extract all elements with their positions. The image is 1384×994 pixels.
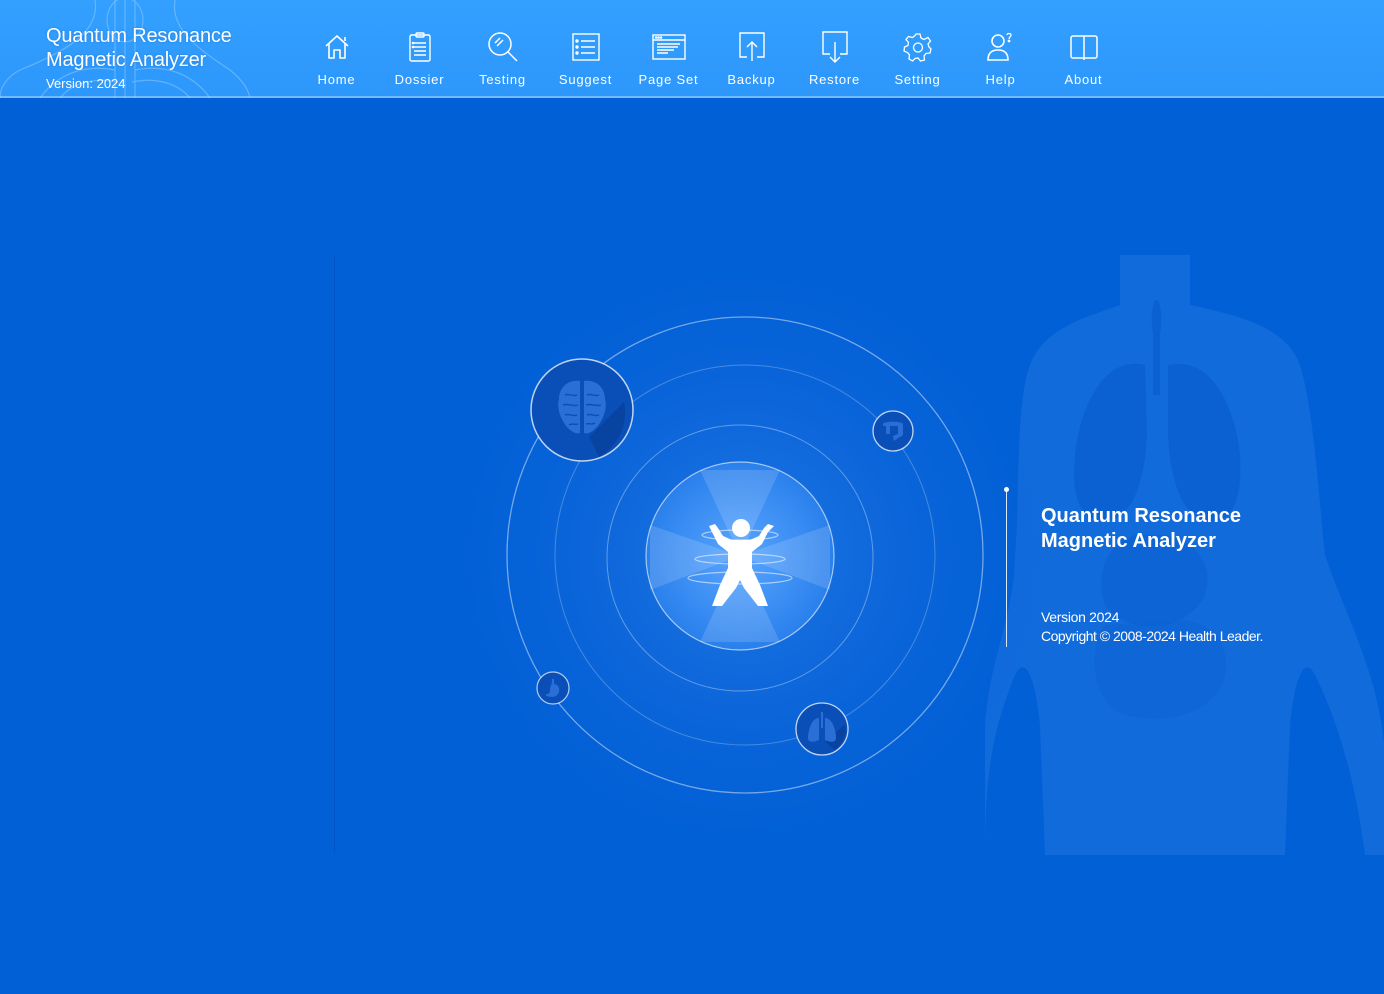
nav-backup-label: Backup — [727, 72, 776, 87]
info-title: Quantum Resonance Magnetic Analyzer — [1041, 504, 1241, 554]
list-icon — [569, 30, 603, 64]
nav-page-set[interactable]: Page Set — [627, 0, 710, 98]
intestine-node[interactable] — [872, 410, 914, 457]
nav-help[interactable]: Help — [959, 0, 1042, 98]
clipboard-icon — [403, 30, 437, 64]
download-icon — [818, 30, 852, 64]
lungs-node[interactable] — [795, 702, 849, 761]
info-copyright: Copyright © 2008-2024 Health Leader. — [1041, 628, 1263, 644]
top-header: Quantum Resonance Magnetic Analyzer Vers… — [0, 0, 1384, 98]
magnifier-icon — [486, 30, 520, 64]
nav-help-label: Help — [985, 72, 1016, 87]
book-icon — [1067, 30, 1101, 64]
info-divider-line — [1006, 489, 1007, 647]
nav-dossier-label: Dossier — [394, 72, 445, 87]
nav-restore[interactable]: Restore — [793, 0, 876, 98]
info-title-line1: Quantum Resonance — [1041, 505, 1242, 527]
nav-home[interactable]: Home — [295, 0, 378, 98]
nav-suggest[interactable]: Suggest — [544, 0, 627, 98]
nav-home-label: Home — [317, 72, 356, 87]
app-version: Version: 2024 — [46, 76, 126, 91]
body-scan-icon[interactable] — [680, 510, 800, 610]
nav-suggest-label: Suggest — [558, 72, 613, 87]
nav-restore-label: Restore — [808, 72, 861, 87]
gear-icon — [901, 30, 935, 64]
brain-node[interactable] — [529, 357, 635, 468]
upload-icon — [735, 30, 769, 64]
app-title-line1: Quantum Resonance — [46, 25, 232, 47]
brand: Quantum Resonance Magnetic Analyzer Vers… — [46, 24, 232, 91]
nav-testing[interactable]: Testing — [461, 0, 544, 98]
nav-dossier[interactable]: Dossier — [378, 0, 461, 98]
nav-backup[interactable]: Backup — [710, 0, 793, 98]
window-icon — [651, 30, 686, 64]
nav-testing-label: Testing — [479, 72, 526, 87]
nav-setting-label: Setting — [894, 72, 941, 87]
stomach-node[interactable] — [536, 671, 570, 710]
user-help-icon — [984, 30, 1018, 64]
app-title-line2: Magnetic Analyzer — [46, 49, 207, 71]
home-icon — [320, 30, 354, 64]
nav-about-label: About — [1064, 72, 1103, 87]
nav-setting[interactable]: Setting — [876, 0, 959, 98]
info-version: Version 2024 — [1041, 609, 1120, 625]
info-title-line2: Magnetic Analyzer — [1041, 530, 1216, 552]
nav-about[interactable]: About — [1042, 0, 1125, 98]
nav-page-set-label: Page Set — [638, 72, 699, 87]
main-nav: Home Dossier Testing Suggest Page Set Ba… — [295, 0, 1125, 98]
